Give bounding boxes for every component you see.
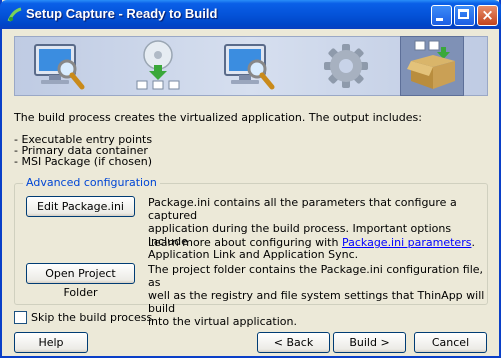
wizard-steps-banner: [14, 36, 488, 96]
learn-more-suffix: .: [471, 236, 475, 249]
advanced-configuration-group: Advanced configuration Edit Package.ini …: [14, 176, 488, 328]
monitor-search-icon: [27, 37, 89, 95]
folder-desc-line: The project folder contains the Package.…: [148, 263, 484, 289]
close-icon: ×: [481, 6, 494, 24]
edit-desc-line: Package.ini contains all the parameters …: [148, 196, 457, 222]
title-bar[interactable]: Setup Capture - Ready to Build ×: [0, 0, 501, 29]
minimize-button[interactable]: [431, 5, 452, 26]
edit-package-ini-button[interactable]: Edit Package.ini: [26, 196, 135, 217]
intro-text: The build process creates the virtualize…: [14, 111, 422, 124]
build-button[interactable]: Build >: [333, 332, 406, 353]
learn-more-text: Learn more about configuring with Packag…: [148, 236, 475, 249]
maximize-button[interactable]: [454, 5, 475, 26]
learn-more-prefix: Learn more about configuring with: [148, 236, 342, 249]
folder-desc-line: well as the registry and file system set…: [148, 289, 485, 315]
bullet-msi-package: - MSI Package (if chosen): [14, 155, 152, 168]
folder-desc-line: into the virtual application.: [148, 315, 297, 328]
monitor-search-icon: [217, 37, 279, 95]
package-ini-parameters-link[interactable]: Package.ini parameters: [342, 236, 471, 249]
open-project-folder-button[interactable]: Open Project Folder: [26, 263, 135, 299]
help-button[interactable]: Help: [14, 332, 88, 353]
close-button[interactable]: ×: [477, 5, 498, 26]
project-folder-description: The project folder contains the Package.…: [148, 263, 487, 328]
window-title: Setup Capture - Ready to Build: [26, 6, 218, 21]
edit-desc-line: Application Link and Application Sync.: [148, 248, 359, 261]
back-button[interactable]: < Back: [257, 332, 330, 353]
group-legend: Advanced configuration: [23, 176, 160, 189]
skip-build-checkbox[interactable]: [14, 311, 27, 324]
edit-package-ini-description: Package.ini contains all the parameters …: [148, 196, 487, 261]
skip-build-label[interactable]: Skip the build process: [31, 311, 152, 324]
cancel-button[interactable]: Cancel: [414, 332, 487, 353]
package-box-icon: [400, 36, 464, 96]
disc-install-icon: [127, 37, 189, 95]
gear-icon: [315, 37, 377, 95]
app-icon: [7, 7, 22, 22]
